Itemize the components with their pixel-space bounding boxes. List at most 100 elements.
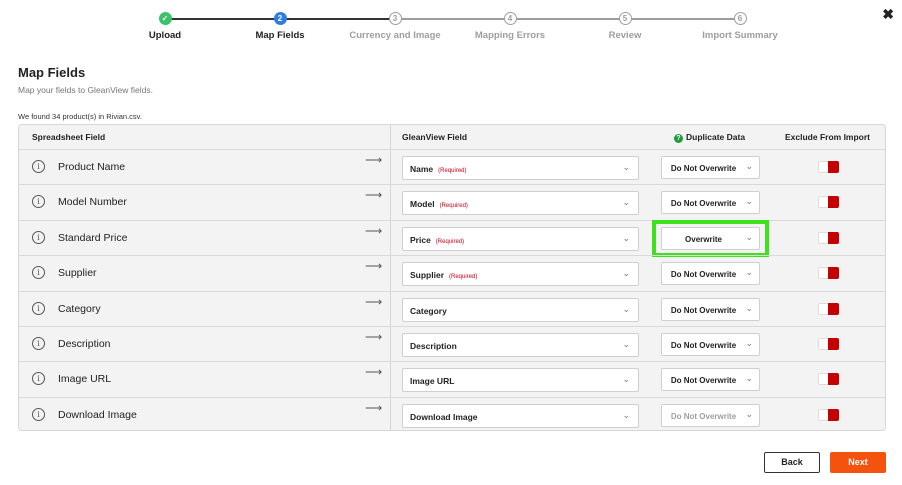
duplicate-data-select[interactable]: Do Not Overwrite ⌄ [661,297,760,321]
spreadsheet-field-name: Download Image [58,408,137,421]
spreadsheet-field-name: Standard Price [58,231,128,244]
gleanview-field-select[interactable]: Image URL ⌄ [402,368,639,393]
info-icon[interactable]: i [32,337,45,350]
duplicate-data-value: Do Not Overwrite [670,199,737,209]
step-import-summary: 6 Import Summary [680,12,800,41]
exclude-toggle[interactable] [818,408,840,421]
step-upload: ✓ Upload [105,12,225,41]
table-row: i Model Number ⟶ Model (Required) ⌄ Do Not Ove… [19,184,885,219]
exclude-toggle[interactable] [818,338,840,350]
table-row: i Standard Price ⟶ Price (Required) ⌄ Overwrit… [19,219,885,257]
gleanview-field-value: Category [410,306,447,316]
table-row: i Category ⟶ Category ⌄ Do Not Overwrite ⌄ [19,290,885,326]
exclude-toggle[interactable] [818,161,840,173]
arrow-right-icon: ⟶ [365,188,383,203]
exclude-toggle[interactable] [818,267,840,280]
duplicate-data-select[interactable]: Do Not Overwrite ⌄ [661,262,760,286]
toggle-track [828,338,839,350]
header-duplicate-data: ? Duplicate Data [674,132,745,143]
exclude-toggle[interactable] [818,302,840,315]
exclude-toggle[interactable] [818,231,840,244]
gleanview-field-select[interactable]: Supplier (Required) ⌄ [402,262,639,287]
gleanview-field-value: Price (Required) [410,235,464,245]
gleanview-field-select[interactable]: Price (Required) ⌄ [402,226,639,251]
required-label: (Required) [438,168,467,174]
gleanview-field-value: Download Image [410,412,478,422]
required-label: (Required) [435,238,465,245]
gleanview-field-select[interactable]: Download Image ⌄ [402,403,639,428]
step-label: Review [608,30,642,41]
arrow-right-icon: ⟶ [365,259,383,274]
arrow-right-icon: ⟶ [365,223,383,238]
table-row: i Supplier ⟶ Supplier (Required) ⌄ Do Not Over… [19,255,885,290]
gleanview-field-select[interactable]: Description ⌄ [402,333,639,357]
info-icon[interactable]: i [32,301,45,315]
required-label: (Required) [449,274,478,281]
arrow-right-icon: ⟶ [365,400,383,415]
duplicate-data-value: Do Not Overwrite [670,270,737,280]
gleanview-field-select[interactable]: Category ⌄ [402,297,639,322]
back-button[interactable]: Back [764,452,820,473]
info-icon[interactable]: i [32,230,45,244]
duplicate-data-select[interactable]: Overwrite ⌄ [661,226,760,250]
info-icon[interactable]: i [32,195,45,209]
step-number-badge: 4 [503,12,517,25]
chevron-down-icon: ⌄ [745,231,753,242]
page-subtitle: Map your fields to GleanView fields. [18,85,153,95]
gleanview-field-label: Name [410,164,434,174]
next-button[interactable]: Next [830,452,886,473]
arrow-right-icon: ⟶ [365,330,383,344]
info-icon[interactable]: i [32,372,45,386]
exclude-toggle[interactable] [818,373,840,386]
duplicate-data-select[interactable]: Do Not Overwrite ⌄ [661,368,760,392]
gleanview-field-value: Image URL [410,376,454,386]
spreadsheet-field-name: Image URL [58,373,112,386]
header-spreadsheet-field: Spreadsheet Field [32,132,106,142]
chevron-down-icon: ⌄ [745,196,753,207]
page-title: Map Fields [18,65,86,80]
progress-stepper: ✓ Upload 2 Map Fields 3 Currency and Image 4 Ma… [108,12,798,46]
field-mapping-table: Spreadsheet Field GleanView Field ? Dupli… [18,124,886,431]
chevron-down-icon: ⌄ [622,268,630,279]
chevron-down-icon: ⌄ [745,161,753,171]
chevron-down-icon: ⌄ [745,408,753,419]
chevron-down-icon: ⌄ [745,302,753,313]
gleanview-field-select[interactable]: Model (Required) ⌄ [402,191,639,216]
gleanview-field-label: Category [410,305,447,316]
duplicate-data-value: Do Not Overwrite [670,341,737,350]
gleanview-field-value: Name (Required) [410,164,467,174]
gleanview-field-select[interactable]: Name (Required) ⌄ [402,156,639,180]
info-icon[interactable]: i [32,160,45,173]
chevron-down-icon: ⌄ [622,409,630,420]
info-icon[interactable]: i [32,266,45,280]
step-number-badge: 2 [273,12,287,25]
chevron-down-icon: ⌄ [622,232,630,243]
duplicate-data-value: Overwrite [685,234,722,244]
step-review: 5 Review [565,12,685,41]
duplicate-data-select[interactable]: Do Not Overwrite ⌄ [661,156,760,179]
step-map-fields: 2 Map Fields [220,12,340,41]
duplicate-data-select[interactable]: Do Not Overwrite ⌄ [661,333,760,356]
toggle-track [828,302,839,315]
info-icon[interactable]: i [32,407,45,421]
exclude-toggle[interactable] [818,196,840,209]
help-icon[interactable]: ? [674,134,683,143]
toggle-track [828,231,839,244]
step-label: Upload [148,30,182,41]
header-duplicate-label: Duplicate Data [686,132,746,142]
toggle-track [828,161,839,173]
close-icon[interactable]: ✖ [882,6,894,23]
gleanview-field-label: Download Image [410,411,478,422]
step-currency-and-image: 3 Currency and Image [335,12,455,41]
chevron-down-icon: ⌄ [745,373,753,384]
step-number-badge: 3 [388,12,402,25]
duplicate-data-select[interactable]: Do Not Overwrite ⌄ [661,191,760,215]
table-row: i Product Name ⟶ Name (Required) ⌄ Do Not Over… [19,149,885,184]
check-icon: ✓ [158,12,172,25]
step-label: Currency and Image [349,30,441,41]
step-label: Import Summary [702,30,778,41]
arrow-right-icon: ⟶ [365,153,383,167]
toggle-track [828,267,839,280]
table-row: i Image URL ⟶ Image URL ⌄ Do Not Overwrite ⌄ [19,361,885,396]
spreadsheet-field-name: Product Name [58,161,126,173]
